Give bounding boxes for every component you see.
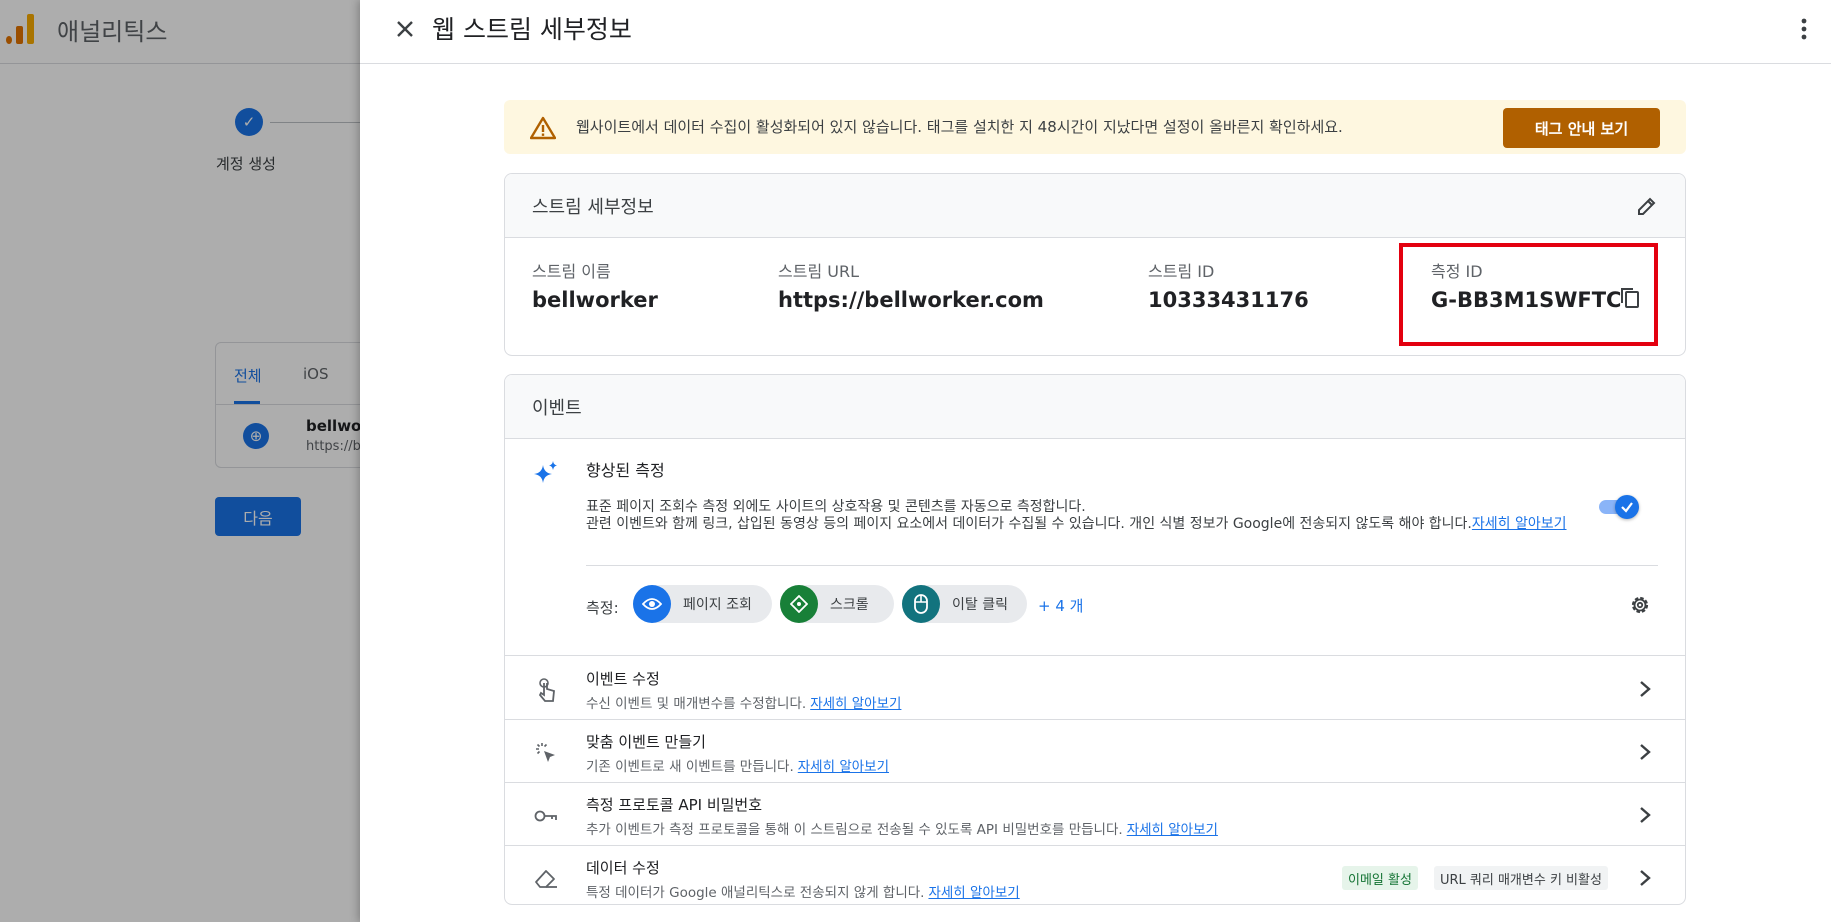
measurement-label: 측정: — [586, 599, 619, 617]
touch-icon — [533, 677, 559, 703]
divider — [586, 565, 1658, 566]
events-card: 이벤트 향상된 측정 표준 페이지 조회수 측정 외에도 사이트의 상호작용 및… — [504, 374, 1686, 905]
stream-url-field: 스트림 URL https://bellworker.com — [778, 258, 1044, 312]
more-options-button[interactable] — [1793, 16, 1815, 42]
learn-more-link[interactable]: 자세히 알아보기 — [798, 759, 889, 775]
description-line-2: 관련 이벤트와 함께 링크, 삽입된 동영상 등의 페이지 요소에서 데이터가 … — [586, 516, 1586, 533]
more-vert-icon — [1801, 18, 1807, 40]
row-title: 맞춤 이벤트 만들기 — [586, 733, 706, 751]
events-header: 이벤트 — [505, 375, 1685, 439]
panel-title: 웹 스트림 세부정보 — [432, 15, 632, 44]
chip-outbound-clicks: 이탈 클릭 — [902, 585, 1027, 623]
measurement-id-highlight-box — [1399, 243, 1658, 346]
field-label: 스트림 ID — [1148, 262, 1215, 281]
stream-details-card: 스트림 세부정보 스트림 이름 bellworker 스트림 URL https… — [504, 173, 1686, 356]
measurement-protocol-api-secrets-row[interactable]: 측정 프로토콜 API 비밀번호 추가 이벤트가 측정 프로토콜을 통해 이 스… — [505, 783, 1685, 846]
chevron-right-icon — [1635, 677, 1655, 701]
description-text: 관련 이벤트와 함께 링크, 삽입된 동영상 등의 페이지 요소에서 데이터가 … — [586, 516, 1472, 532]
learn-more-link[interactable]: 자세히 알아보기 — [928, 885, 1019, 901]
warning-icon — [530, 116, 556, 140]
row-description: 수신 이벤트 및 매개변수를 수정합니다. 자세히 알아보기 — [586, 692, 901, 712]
field-label: 스트림 이름 — [532, 262, 611, 281]
stream-name-field: 스트림 이름 bellworker — [532, 258, 658, 312]
scroll-icon — [780, 585, 818, 623]
modify-events-row[interactable]: 이벤트 수정 수신 이벤트 및 매개변수를 수정합니다. 자세히 알아보기 — [505, 657, 1685, 720]
row-description: 추가 이벤트가 측정 프로토콜을 통해 이 스트림으로 전송될 수 있도록 AP… — [586, 818, 1218, 838]
learn-more-link[interactable]: 자세히 알아보기 — [810, 696, 901, 712]
stream-id-field: 스트림 ID 10333431176 — [1148, 258, 1309, 312]
email-active-badge: 이메일 활성 — [1342, 866, 1418, 890]
row-description-text: 특정 데이터가 Google 애널리틱스로 전송되지 않게 합니다. — [586, 885, 925, 901]
stream-id-value: 10333431176 — [1148, 288, 1309, 312]
tag-warning-alert: 웹사이트에서 데이터 수집이 활성화되어 있지 않습니다. 태그를 설치한 지 … — [504, 100, 1686, 154]
stream-details-title: 스트림 세부정보 — [532, 197, 654, 218]
row-title: 이벤트 수정 — [586, 670, 660, 688]
cursor-click-icon — [533, 740, 559, 766]
key-icon — [533, 803, 559, 829]
eye-icon — [633, 585, 671, 623]
row-description-text: 추가 이벤트가 측정 프로토콜을 통해 이 스트림으로 전송될 수 있도록 AP… — [586, 822, 1123, 838]
panel-header: 웹 스트림 세부정보 — [360, 0, 1831, 64]
enhanced-measurement-title: 향상된 측정 — [586, 461, 665, 480]
edit-stream-button[interactable] — [1633, 192, 1661, 220]
mouse-icon — [902, 585, 940, 623]
row-description: 기존 이벤트로 새 이벤트를 만듭니다. 자세히 알아보기 — [586, 755, 889, 775]
redact-data-row[interactable]: 데이터 수정 특정 데이터가 Google 애널리틱스로 전송되지 않게 합니다… — [505, 846, 1685, 904]
enhanced-measurement-settings-button[interactable] — [1627, 592, 1653, 618]
chip-label: 페이지 조회 — [683, 597, 752, 613]
more-measurements-link[interactable]: + 4 개 — [1038, 595, 1083, 616]
row-description: 특정 데이터가 Google 애널리틱스로 전송되지 않게 합니다. 자세히 알아… — [586, 881, 1020, 901]
enhanced-measurement-toggle[interactable] — [1599, 493, 1639, 521]
close-icon — [397, 21, 413, 37]
description-line-1: 표준 페이지 조회수 측정 외에도 사이트의 상호작용 및 콘텐츠를 자동으로 … — [586, 499, 1086, 515]
create-custom-events-row[interactable]: 맞춤 이벤트 만들기 기존 이벤트로 새 이벤트를 만듭니다. 자세히 알아보기 — [505, 720, 1685, 783]
check-icon — [1621, 502, 1633, 513]
field-label: 스트림 URL — [778, 262, 859, 281]
alert-text: 웹사이트에서 데이터 수집이 활성화되어 있지 않습니다. 태그를 설치한 지 … — [576, 118, 1343, 136]
learn-more-link[interactable]: 자세히 알아보기 — [1472, 516, 1567, 532]
chip-scroll: 스크롤 — [780, 585, 894, 623]
stream-url-value: https://bellworker.com — [778, 288, 1044, 312]
view-tag-instructions-button[interactable]: 태그 안내 보기 — [1503, 108, 1660, 148]
events-title: 이벤트 — [532, 398, 582, 419]
row-description-text: 기존 이벤트로 새 이벤트를 만듭니다. — [586, 759, 794, 775]
close-button[interactable] — [390, 14, 420, 44]
chevron-right-icon — [1635, 866, 1655, 890]
row-title: 데이터 수정 — [586, 859, 660, 877]
learn-more-link[interactable]: 자세히 알아보기 — [1127, 822, 1218, 838]
chevron-right-icon — [1635, 803, 1655, 827]
stream-details-header: 스트림 세부정보 — [505, 174, 1685, 238]
sparkle-icon — [534, 461, 557, 483]
url-query-param-inactive-badge: URL 쿼리 매개변수 키 비활성 — [1434, 866, 1608, 890]
chevron-right-icon — [1635, 740, 1655, 764]
enhanced-measurement-section: 향상된 측정 표준 페이지 조회수 측정 외에도 사이트의 상호작용 및 콘텐츠… — [505, 439, 1685, 656]
enhanced-measurement-description: 표준 페이지 조회수 측정 외에도 사이트의 상호작용 및 콘텐츠를 자동으로 … — [586, 499, 1586, 533]
eraser-icon — [533, 866, 559, 892]
chip-page-views: 페이지 조회 — [633, 585, 772, 623]
chip-label: 이탈 클릭 — [952, 597, 1008, 613]
row-description-text: 수신 이벤트 및 매개변수를 수정합니다. — [586, 696, 807, 712]
gear-icon — [1631, 596, 1649, 614]
toggle-knob — [1615, 495, 1639, 519]
stream-name-value: bellworker — [532, 288, 658, 312]
web-stream-details-panel: 웹 스트림 세부정보 웹사이트에서 데이터 수집이 활성화되어 있지 않습니다.… — [360, 0, 1831, 922]
pencil-icon — [1638, 197, 1656, 215]
row-title: 측정 프로토콜 API 비밀번호 — [586, 796, 763, 814]
chip-label: 스크롤 — [830, 597, 869, 613]
